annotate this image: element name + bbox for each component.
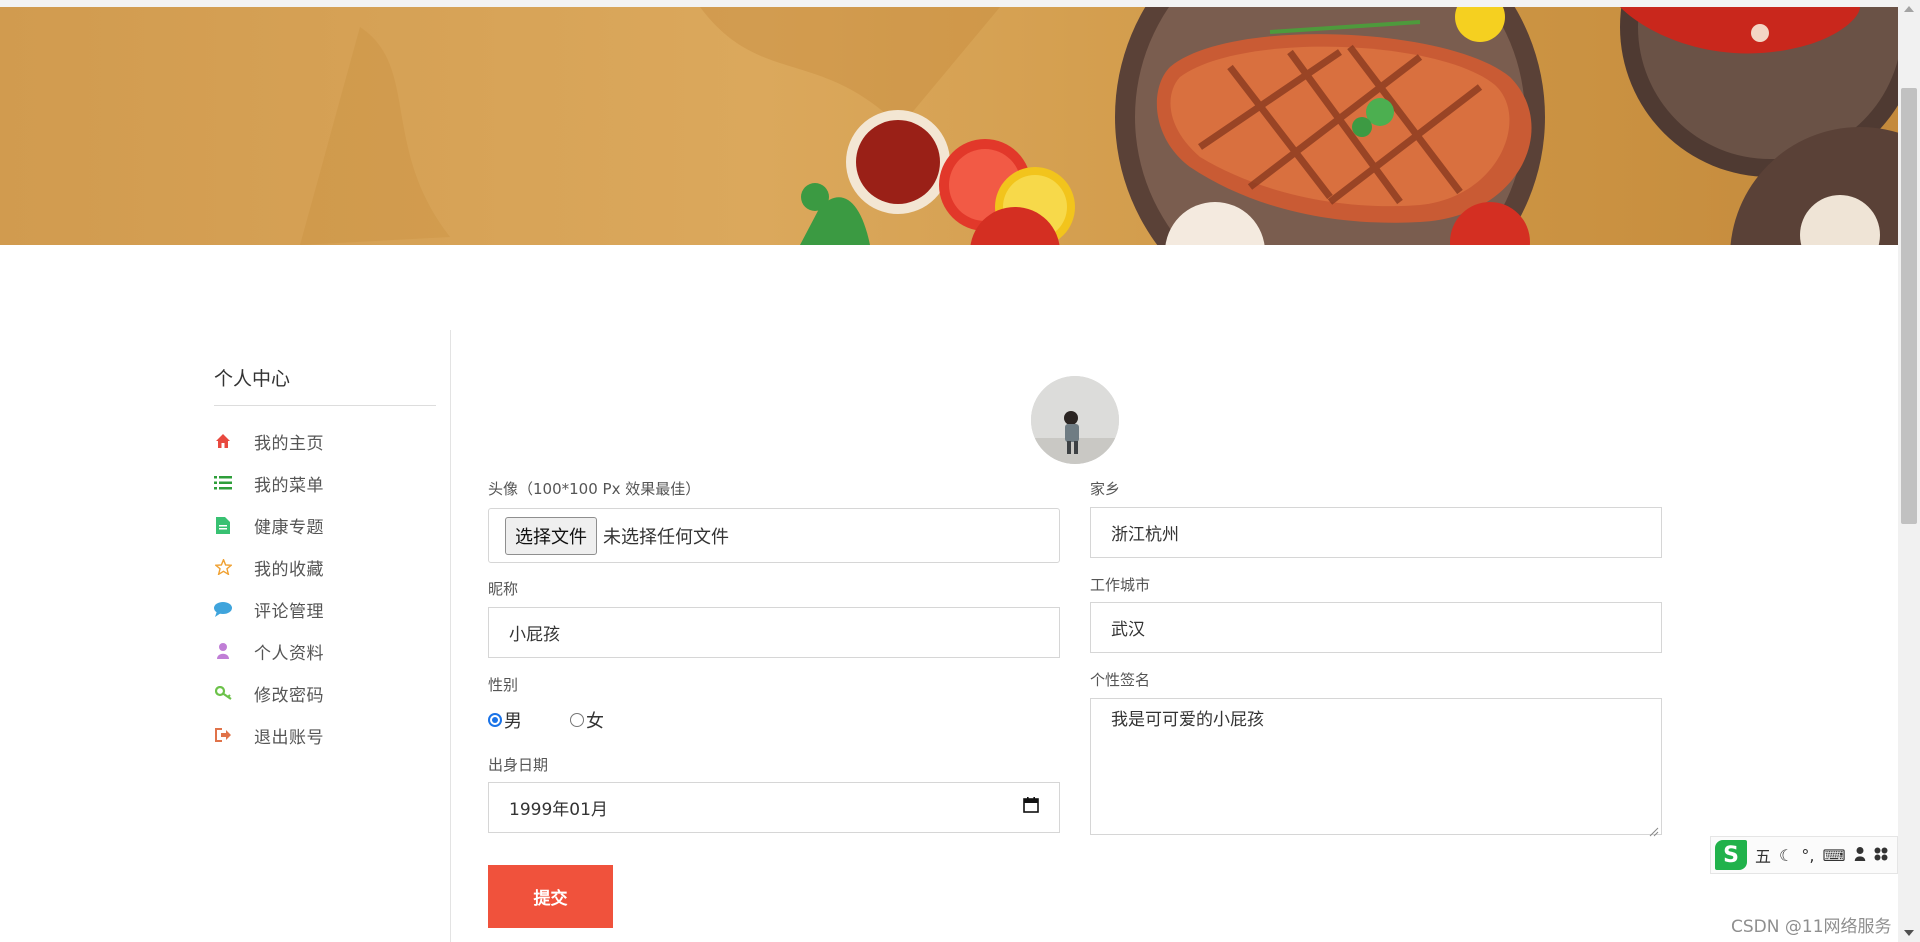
sidebar-item-password[interactable]: 修改密码 bbox=[214, 672, 436, 714]
sidebar-item-label: 个人资料 bbox=[254, 643, 324, 664]
sidebar-item-favorites[interactable]: 我的收藏 bbox=[214, 546, 436, 588]
user-icon bbox=[214, 642, 232, 660]
signature-label: 个性签名 bbox=[1090, 671, 1151, 689]
birthdate-value: 1999年01月 bbox=[509, 800, 608, 820]
calendar-icon[interactable] bbox=[1023, 797, 1039, 818]
sidebar-item-label: 评论管理 bbox=[254, 601, 324, 622]
gender-radio-group: 男 女 bbox=[488, 707, 652, 733]
watermark-text: CSDN @11网络服务 bbox=[1731, 917, 1892, 937]
sidebar-item-menu[interactable]: 我的菜单 bbox=[214, 462, 436, 504]
sidebar-item-label: 修改密码 bbox=[254, 685, 324, 706]
nickname-field[interactable]: 小屁孩 bbox=[488, 607, 1060, 658]
banner-illustration bbox=[300, 7, 1898, 245]
home-icon bbox=[214, 432, 232, 450]
vertical-scrollbar[interactable] bbox=[1898, 0, 1920, 942]
comment-icon bbox=[214, 600, 232, 618]
nickname-label: 昵称 bbox=[488, 580, 519, 598]
workcity-label: 工作城市 bbox=[1090, 576, 1151, 594]
sogou-logo-icon[interactable]: S bbox=[1715, 840, 1747, 870]
avatar bbox=[1031, 376, 1119, 464]
moon-icon[interactable]: ☾ bbox=[1779, 846, 1793, 865]
male-radio[interactable] bbox=[488, 713, 502, 727]
resize-handle-icon[interactable] bbox=[1649, 822, 1659, 837]
gender-option-label: 女 bbox=[586, 711, 604, 732]
scroll-down-arrow-icon[interactable] bbox=[1904, 930, 1914, 936]
gender-option-female[interactable]: 女 bbox=[570, 707, 604, 733]
avatar-upload-label: 头像（100*100 Px 效果最佳） bbox=[488, 480, 701, 498]
sidebar-item-logout[interactable]: 退出账号 bbox=[214, 714, 436, 756]
user-icon[interactable] bbox=[1854, 846, 1866, 865]
food-banner bbox=[0, 7, 1898, 245]
sidebar: 个人中心 我的主页 我的菜单 健康专题 我的收藏 评论管理 个人资料 修改密码 … bbox=[214, 330, 436, 756]
file-status-text: 未选择任何文件 bbox=[603, 526, 729, 548]
submit-button[interactable]: 提交 bbox=[488, 865, 613, 928]
gender-label: 性别 bbox=[488, 676, 519, 694]
sidebar-item-label: 健康专题 bbox=[254, 517, 324, 538]
top-strip bbox=[0, 0, 1898, 7]
sidebar-item-label: 退出账号 bbox=[254, 727, 324, 748]
choose-file-button[interactable]: 选择文件 bbox=[505, 516, 597, 555]
sidebar-item-health[interactable]: 健康专题 bbox=[214, 504, 436, 546]
signature-value: 我是可可爱的小屁孩 bbox=[1111, 710, 1264, 730]
female-radio[interactable] bbox=[570, 713, 584, 727]
hometown-label: 家乡 bbox=[1090, 480, 1121, 498]
punctuation-icon[interactable]: °, bbox=[1801, 846, 1814, 865]
sidebar-item-home[interactable]: 我的主页 bbox=[214, 420, 436, 462]
sidebar-item-comments[interactable]: 评论管理 bbox=[214, 588, 436, 630]
keyboard-icon[interactable]: ⌨ bbox=[1822, 846, 1845, 865]
sidebar-divider bbox=[450, 330, 451, 942]
sidebar-item-label: 我的收藏 bbox=[254, 559, 324, 580]
logout-icon bbox=[214, 726, 232, 744]
apps-grid-icon[interactable] bbox=[1874, 846, 1888, 865]
sidebar-title: 个人中心 bbox=[214, 330, 436, 406]
sidebar-item-label: 我的菜单 bbox=[254, 475, 324, 496]
avatar-file-input[interactable]: 选择文件 未选择任何文件 bbox=[488, 508, 1060, 563]
birthdate-field[interactable]: 1999年01月 bbox=[488, 782, 1060, 833]
list-icon bbox=[214, 474, 232, 492]
scroll-up-arrow-icon[interactable] bbox=[1904, 6, 1914, 12]
sidebar-item-label: 我的主页 bbox=[254, 433, 324, 454]
sidebar-menu: 我的主页 我的菜单 健康专题 我的收藏 评论管理 个人资料 修改密码 退出账号 bbox=[214, 420, 436, 756]
gender-option-label: 男 bbox=[504, 711, 522, 732]
key-icon bbox=[214, 684, 232, 702]
birthdate-label: 出身日期 bbox=[488, 756, 549, 774]
ime-toolbar[interactable]: S 五 ☾ °, ⌨ bbox=[1710, 836, 1898, 874]
scrollbar-thumb[interactable] bbox=[1901, 88, 1917, 524]
signature-textarea[interactable]: 我是可可爱的小屁孩 bbox=[1090, 698, 1662, 837]
sidebar-item-profile[interactable]: 个人资料 bbox=[214, 630, 436, 672]
file-icon bbox=[214, 516, 232, 534]
workcity-field[interactable]: 武汉 bbox=[1090, 602, 1662, 653]
star-icon bbox=[214, 558, 232, 576]
gender-option-male[interactable]: 男 bbox=[488, 707, 522, 733]
hometown-field[interactable]: 浙江杭州 bbox=[1090, 507, 1662, 558]
ime-mode-indicator[interactable]: 五 bbox=[1755, 843, 1771, 867]
